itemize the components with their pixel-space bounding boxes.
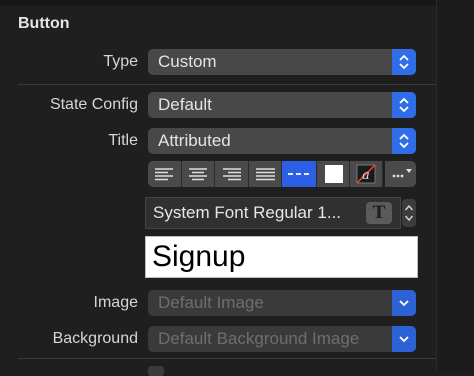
align-center-button[interactable] bbox=[182, 161, 215, 187]
title-text-field[interactable]: Signup bbox=[145, 236, 418, 278]
state-config-value: Default bbox=[158, 95, 212, 114]
more-options-button[interactable] bbox=[385, 161, 416, 187]
title-value: Attributed bbox=[158, 131, 231, 150]
attributes-inspector: Button Type Custom State Config Default … bbox=[0, 0, 474, 376]
image-label: Image bbox=[93, 294, 138, 311]
background-placeholder: Default Background Image bbox=[158, 329, 360, 348]
stepper-chevron-icon bbox=[404, 204, 414, 222]
state-config-popup[interactable]: Default bbox=[148, 92, 416, 118]
title-label: Title bbox=[108, 132, 138, 149]
dashed-line-icon bbox=[288, 173, 309, 175]
font-size-stepper[interactable] bbox=[402, 199, 416, 227]
top-bar bbox=[0, 0, 474, 6]
up-down-chevron-icon bbox=[392, 128, 416, 154]
text-color-swatch bbox=[325, 165, 343, 183]
text-color-button[interactable] bbox=[317, 161, 350, 187]
type-label: Type bbox=[103, 53, 138, 70]
title-popup[interactable]: Attributed bbox=[148, 128, 416, 154]
background-label: Background bbox=[52, 330, 138, 347]
align-left-button[interactable] bbox=[148, 161, 182, 187]
highlight-color-button[interactable]: a bbox=[350, 161, 383, 187]
type-value: Custom bbox=[158, 52, 217, 71]
align-right-button[interactable] bbox=[215, 161, 249, 187]
chevron-down-icon bbox=[392, 326, 416, 352]
divider bbox=[18, 358, 436, 359]
side-scroll-area bbox=[436, 0, 474, 372]
align-right-icon bbox=[223, 168, 241, 181]
up-down-chevron-icon bbox=[392, 49, 416, 75]
align-center-icon bbox=[189, 168, 207, 181]
background-combo[interactable]: Default Background Image bbox=[148, 326, 416, 352]
title-text-value: Signup bbox=[152, 240, 246, 273]
divider bbox=[18, 84, 436, 85]
type-popup[interactable]: Custom bbox=[148, 49, 416, 75]
state-config-label: State Config bbox=[49, 96, 138, 113]
highlight-color-swatch: a bbox=[356, 164, 376, 184]
checkbox[interactable] bbox=[148, 366, 164, 376]
section-title: Button bbox=[18, 15, 70, 32]
font-value: System Font Regular 1... bbox=[153, 203, 342, 222]
font-picker-button[interactable]: T bbox=[366, 202, 392, 224]
align-left-icon bbox=[155, 168, 173, 181]
image-combo[interactable]: Default Image bbox=[148, 290, 416, 316]
up-down-chevron-icon bbox=[392, 92, 416, 118]
svg-text:a: a bbox=[362, 168, 370, 183]
chevron-down-icon bbox=[392, 290, 416, 316]
justify-icon bbox=[256, 168, 275, 181]
more-options-icon bbox=[392, 169, 412, 178]
natural-alignment-button[interactable] bbox=[282, 161, 317, 187]
font-picker-icon: T bbox=[372, 203, 386, 223]
font-field[interactable]: System Font Regular 1... bbox=[145, 197, 401, 229]
justify-button[interactable] bbox=[249, 161, 282, 187]
image-placeholder: Default Image bbox=[158, 293, 264, 312]
